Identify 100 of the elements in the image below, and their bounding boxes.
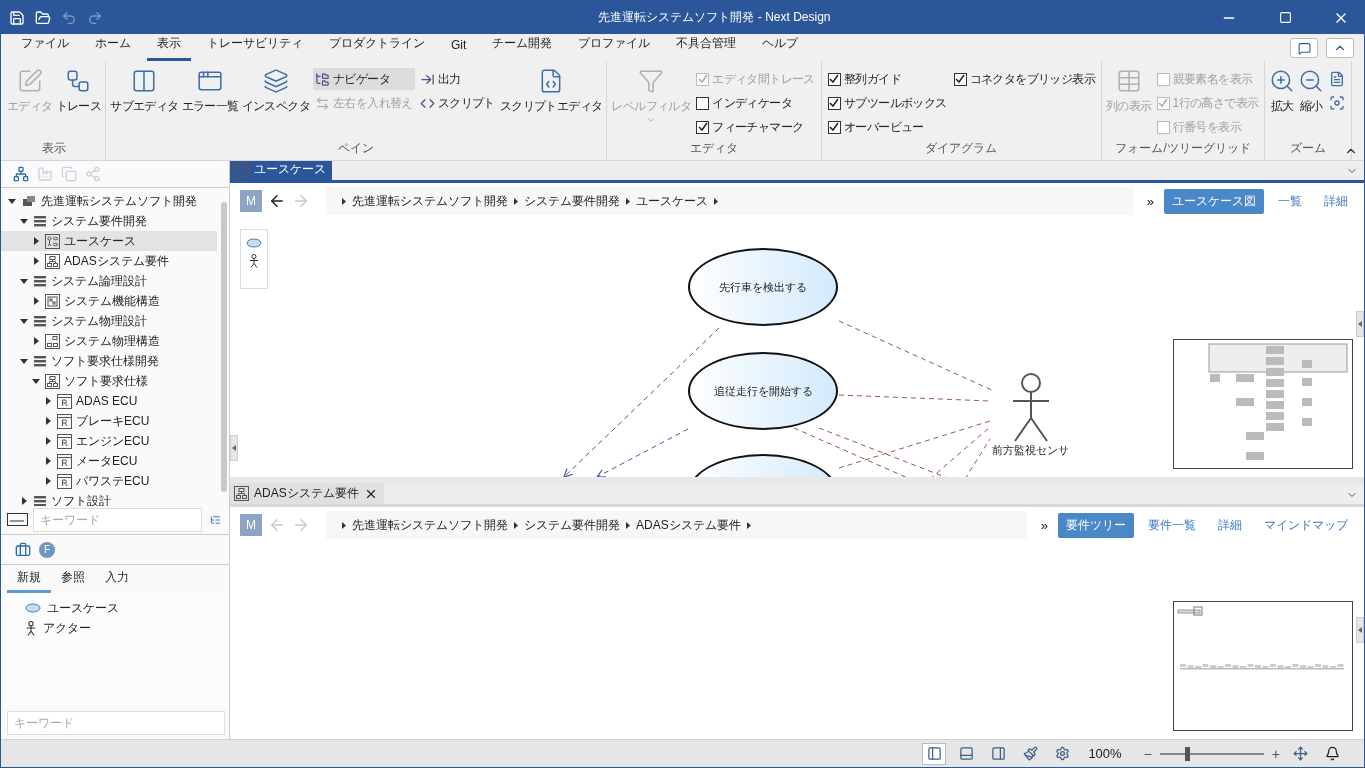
tree-item[interactable]: システム物理構造 xyxy=(1,331,217,351)
filter-icon xyxy=(638,68,665,94)
ribbon-button[interactable]: サブエディタ xyxy=(109,66,180,117)
side-panel-handle[interactable] xyxy=(230,435,238,461)
zoom-in-button[interactable]: + xyxy=(1271,745,1280,762)
view-tab[interactable]: マインドマップ xyxy=(1256,512,1356,538)
checkbox[interactable] xyxy=(696,120,710,134)
overview-minimap[interactable] xyxy=(1173,601,1353,731)
ribbon-button[interactable]: スクリプト xyxy=(417,92,497,114)
undo-icon[interactable] xyxy=(61,9,77,26)
tree-item[interactable]: ユースケース xyxy=(1,231,217,251)
view-tab[interactable]: 詳細 xyxy=(1316,188,1356,214)
view-tab[interactable]: 詳細 xyxy=(1210,512,1250,538)
tree-item[interactable]: ソフト要求仕様開発 xyxy=(1,351,217,371)
breadcrumb-item[interactable]: ユースケース xyxy=(636,192,708,210)
overflow-chevron[interactable]: » xyxy=(1146,193,1154,209)
tree-item[interactable]: ADAS ECU xyxy=(1,391,217,411)
ribbon-tab[interactable]: ヘルプ xyxy=(752,35,809,61)
text-field-icon[interactable] xyxy=(7,513,29,527)
ribbon-checkbox[interactable]: コネクタをブリッジ表示 xyxy=(951,68,1097,90)
ribbon-button[interactable]: ナビゲータ xyxy=(313,68,415,90)
ribbon-button[interactable]: 出力 xyxy=(417,68,497,90)
tree-item[interactable]: ADASシステム要件 xyxy=(1,251,217,271)
window-title: 先進運転システムソフト開発 - Next Design xyxy=(597,9,832,26)
search-field[interactable]: キーワード xyxy=(33,508,202,532)
toolbox-tab[interactable]: 参照 xyxy=(51,565,95,593)
tree-item[interactable]: メータECU xyxy=(1,451,217,471)
ribbon-tab[interactable]: チーム開発 xyxy=(482,35,563,61)
editor-tab[interactable]: ユースケース xyxy=(230,159,332,180)
checkbox[interactable] xyxy=(953,72,967,86)
comment-button[interactable] xyxy=(1290,38,1318,58)
breadcrumb-item[interactable]: 先進運転システムソフト開発 xyxy=(352,516,508,534)
overview-minimap[interactable] xyxy=(1173,339,1353,469)
ribbon-checkbox[interactable]: インディケータ xyxy=(694,92,817,114)
toolbox-tab[interactable]: 入力 xyxy=(95,565,139,593)
breadcrumb-item[interactable]: システム要件開発 xyxy=(524,516,620,534)
collapsed-caret-icon[interactable] xyxy=(31,296,41,306)
ribbon-button[interactable]: 縮小 xyxy=(1297,66,1326,117)
left-panel-layout-icon[interactable] xyxy=(922,742,947,765)
ribbon-checkbox[interactable]: フィーチャマーク xyxy=(694,116,817,138)
checkbox[interactable] xyxy=(827,96,841,110)
view-tab[interactable]: 要件一覧 xyxy=(1140,512,1204,538)
ribbon-tab[interactable]: プロダクトライン xyxy=(319,35,435,61)
search-field[interactable]: キーワード xyxy=(7,711,225,735)
tree-item[interactable]: システム物理設計 xyxy=(1,311,217,331)
ribbon-tab[interactable]: トレーサビリティ xyxy=(197,35,313,61)
tree-item[interactable]: 先進運転システムソフト開発 xyxy=(1,191,217,211)
view-tab[interactable]: 要件ツリー xyxy=(1058,512,1134,538)
tree-item[interactable]: ソフト要求仕様 xyxy=(1,371,217,391)
checkbox[interactable] xyxy=(696,96,710,110)
ribbon-button[interactable]: エラー一覧 xyxy=(180,66,240,117)
tree-item[interactable]: ブレーキECU xyxy=(1,411,217,431)
collapse-button[interactable] xyxy=(1326,38,1354,58)
slider-thumb[interactable] xyxy=(1184,746,1190,761)
ribbon-tab[interactable]: Git xyxy=(441,38,477,61)
toolbox-icon[interactable] xyxy=(15,541,31,558)
zoom-reading: 100% xyxy=(1088,746,1122,761)
toolbox-item[interactable]: ユースケース xyxy=(25,599,229,617)
expanded-caret-icon[interactable] xyxy=(19,276,29,286)
zoom-out-button[interactable]: − xyxy=(1143,745,1152,762)
tree-item[interactable]: エンジンECU xyxy=(1,431,217,451)
ribbon-tab[interactable]: ファイル xyxy=(11,35,79,61)
editor-tab[interactable]: ADASシステム要件 xyxy=(230,483,384,504)
tree-item[interactable]: パワステECU xyxy=(1,471,217,491)
overflow-chevron[interactable]: » xyxy=(1040,517,1048,533)
collapsed-caret-icon[interactable] xyxy=(19,496,29,506)
tree-item[interactable]: システム要件開発 xyxy=(1,211,217,231)
checkbox[interactable] xyxy=(827,120,841,134)
ribbon-tab[interactable]: プロファイル xyxy=(568,35,661,61)
side-panel-handle[interactable] xyxy=(1356,311,1364,337)
ribbon-checkbox[interactable]: 整列ガイド xyxy=(825,68,949,90)
tree-item[interactable]: システム論理設計 xyxy=(1,271,217,291)
folder-icon[interactable] xyxy=(35,9,51,26)
breadcrumb-item[interactable]: システム要件開発 xyxy=(524,192,620,210)
view-tab[interactable]: ユースケース図 xyxy=(1164,188,1264,214)
toolbox-item[interactable]: アクター xyxy=(25,619,229,637)
ribbon-checkbox[interactable]: オーバービュー xyxy=(825,116,949,138)
collapsed-caret-icon[interactable] xyxy=(31,336,41,346)
breadcrumb-item[interactable]: 先進運転システムソフト開発 xyxy=(352,192,508,210)
back-icon[interactable] xyxy=(268,192,286,210)
tree-view-icon[interactable] xyxy=(13,166,29,182)
tree-item[interactable]: システム機能構造 xyxy=(1,291,217,311)
ribbon-checkbox[interactable]: サブツールボックス xyxy=(825,92,949,114)
ribbon-button[interactable]: トレース xyxy=(54,66,103,117)
ellipse-tool-icon[interactable] xyxy=(246,238,262,248)
side-panel-handle[interactable] xyxy=(1356,617,1364,643)
ribbon-tab[interactable]: ホーム xyxy=(85,35,141,61)
usecase-diagram-icon xyxy=(45,233,60,249)
stick-figure-icon[interactable] xyxy=(249,254,259,268)
checkbox[interactable] xyxy=(827,72,841,86)
ribbon-button[interactable]: スクリプトエディタ xyxy=(498,66,604,117)
breadcrumb-item[interactable]: ADASシステム要件 xyxy=(636,516,741,534)
save-icon[interactable] xyxy=(9,9,25,26)
tree-item[interactable]: ソフト設計 xyxy=(1,491,217,506)
scrollbar[interactable] xyxy=(221,202,227,492)
ribbon-button[interactable]: インスペクタ xyxy=(240,66,312,117)
ribbon-tab[interactable]: 不具合管理 xyxy=(666,35,747,61)
expanded-caret-icon[interactable] xyxy=(19,316,29,326)
view-tab[interactable]: 一覧 xyxy=(1270,188,1310,214)
ribbon-button[interactable]: 拡大 xyxy=(1268,66,1297,117)
